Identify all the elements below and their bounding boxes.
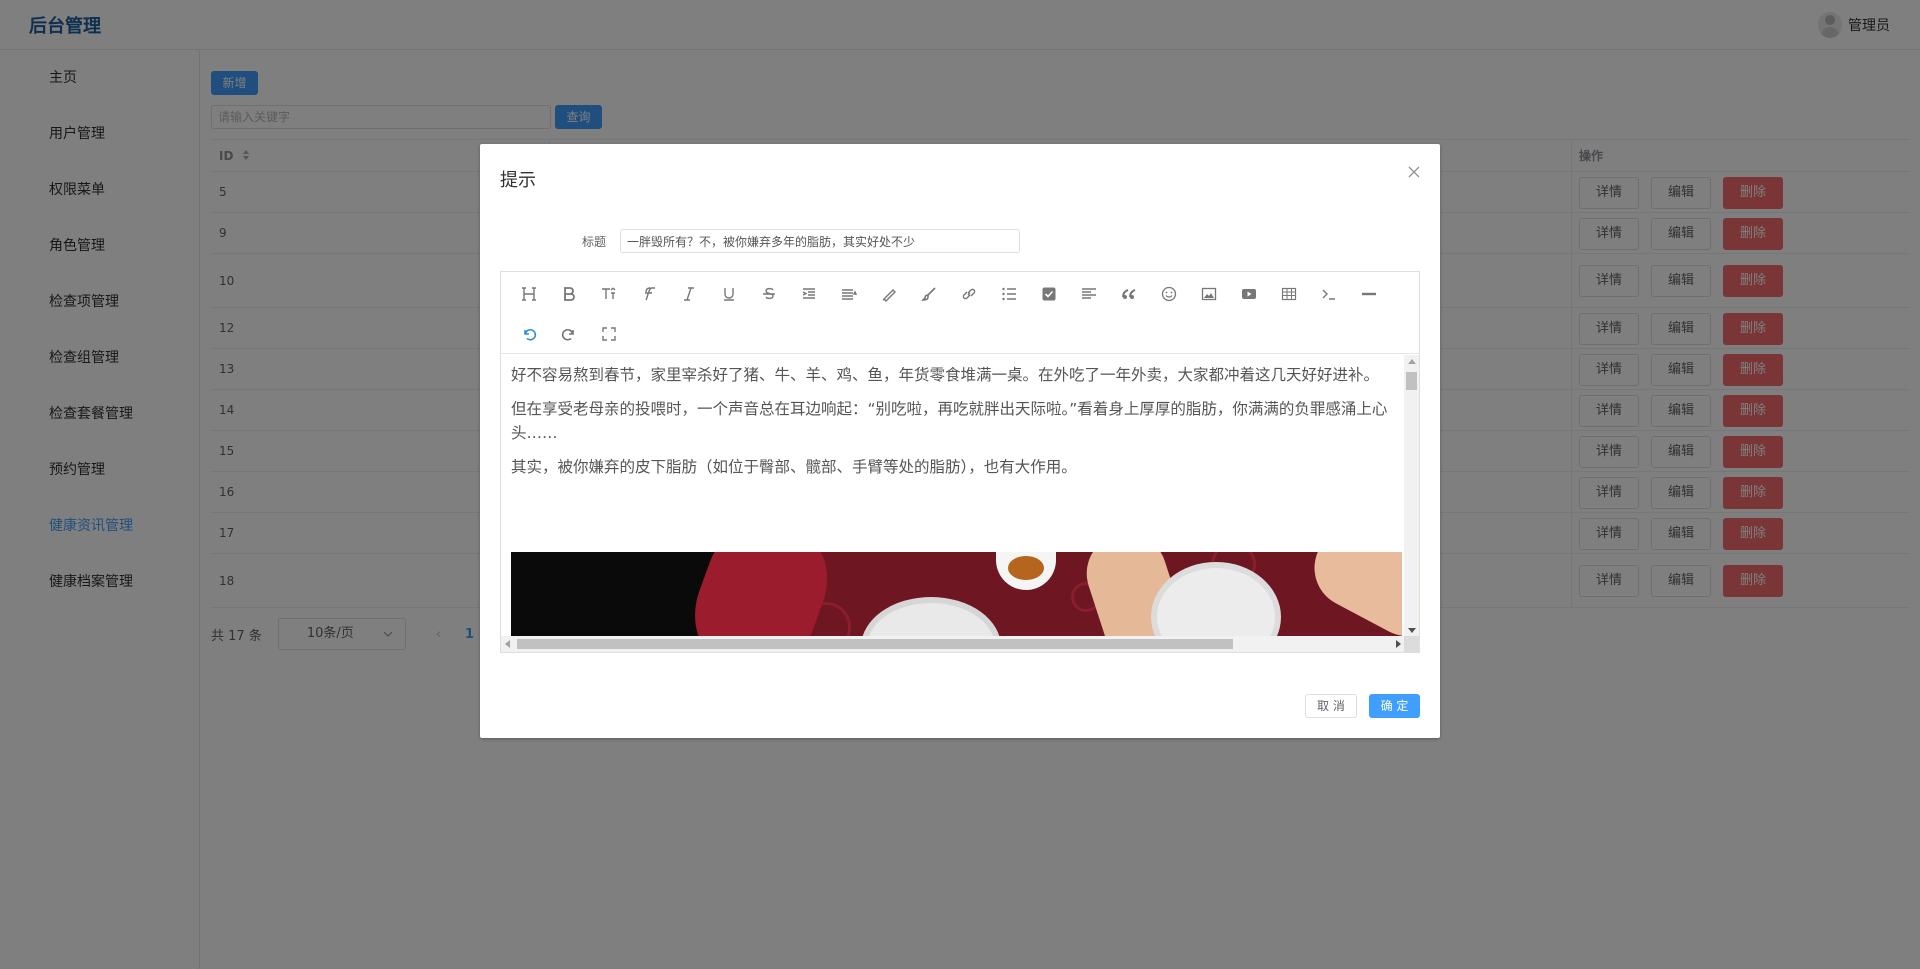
horizontal-scrollbar[interactable] bbox=[501, 636, 1405, 652]
line-height-icon[interactable] bbox=[829, 282, 869, 306]
confirm-button[interactable]: 确 定 bbox=[1369, 694, 1420, 718]
image-icon[interactable] bbox=[1189, 282, 1229, 306]
heading-icon[interactable] bbox=[509, 282, 549, 306]
table-icon[interactable] bbox=[1269, 282, 1309, 306]
rich-text-editor: 好不容易熬到春节，家里宰杀好了猪、牛、羊、鸡、鱼，年货零食堆满一桌。在外吃了一年… bbox=[500, 271, 1420, 653]
bold-icon[interactable] bbox=[549, 282, 589, 306]
background-color-icon[interactable] bbox=[909, 282, 949, 306]
text-color-icon[interactable] bbox=[869, 282, 909, 306]
scroll-left-icon[interactable] bbox=[505, 640, 510, 648]
content-paragraph[interactable]: 其实，被你嫌弃的皮下脂肪（如位于臀部、髋部、手臂等处的脂肪），也有大作用。 bbox=[511, 455, 1395, 479]
quote-icon[interactable] bbox=[1109, 282, 1149, 306]
redo-icon[interactable] bbox=[549, 322, 589, 346]
scrollbar-thumb[interactable] bbox=[1406, 372, 1417, 390]
bullet-list-icon[interactable] bbox=[989, 282, 1029, 306]
divider-icon[interactable] bbox=[1349, 282, 1389, 306]
content-paragraph[interactable]: 但在享受老母亲的投喂时，一个声音总在耳边响起：“别吃啦，再吃就胖出天际啦。”看着… bbox=[511, 397, 1395, 445]
emoji-icon[interactable] bbox=[1149, 282, 1189, 306]
edit-dialog: 提示 标题 一胖毁所有？不，被你嫌弃多年的脂肪，其实好处不少 好不容易熬到春节，… bbox=[480, 144, 1440, 738]
scrollbar-thumb[interactable] bbox=[517, 639, 1233, 649]
editor-toolbar bbox=[501, 272, 1419, 354]
italic-icon[interactable] bbox=[669, 282, 709, 306]
vertical-scrollbar[interactable] bbox=[1404, 355, 1419, 637]
strikethrough-icon[interactable] bbox=[749, 282, 789, 306]
video-icon[interactable] bbox=[1229, 282, 1269, 306]
content-paragraph[interactable]: 好不容易熬到春节，家里宰杀好了猪、牛、羊、鸡、鱼，年货零食堆满一桌。在外吃了一年… bbox=[511, 363, 1395, 387]
editor-content[interactable]: 好不容易熬到春节，家里宰杀好了猪、牛、羊、鸡、鱼，年货零食堆满一桌。在外吃了一年… bbox=[501, 355, 1405, 637]
underline-icon[interactable] bbox=[709, 282, 749, 306]
font-size-icon[interactable] bbox=[589, 282, 629, 306]
title-input[interactable] bbox=[620, 229, 1020, 253]
align-icon[interactable] bbox=[1069, 282, 1109, 306]
link-icon[interactable] bbox=[949, 282, 989, 306]
cancel-button[interactable]: 取 消 bbox=[1305, 694, 1357, 718]
title-label: 标题 bbox=[582, 235, 607, 249]
scroll-down-icon[interactable] bbox=[1408, 628, 1416, 633]
scroll-right-icon[interactable] bbox=[1396, 640, 1401, 648]
dialog-title: 提示 bbox=[500, 170, 536, 191]
code-icon[interactable] bbox=[1309, 282, 1349, 306]
scrollbar-corner bbox=[1404, 636, 1419, 652]
font-family-icon[interactable] bbox=[629, 282, 669, 306]
scroll-up-icon[interactable] bbox=[1408, 359, 1416, 364]
fullscreen-icon[interactable] bbox=[589, 322, 629, 346]
article-image[interactable] bbox=[511, 552, 1402, 637]
indent-icon[interactable] bbox=[789, 282, 829, 306]
checkbox-icon[interactable] bbox=[1029, 282, 1069, 306]
close-icon[interactable] bbox=[1406, 164, 1422, 180]
undo-icon[interactable] bbox=[509, 322, 549, 346]
